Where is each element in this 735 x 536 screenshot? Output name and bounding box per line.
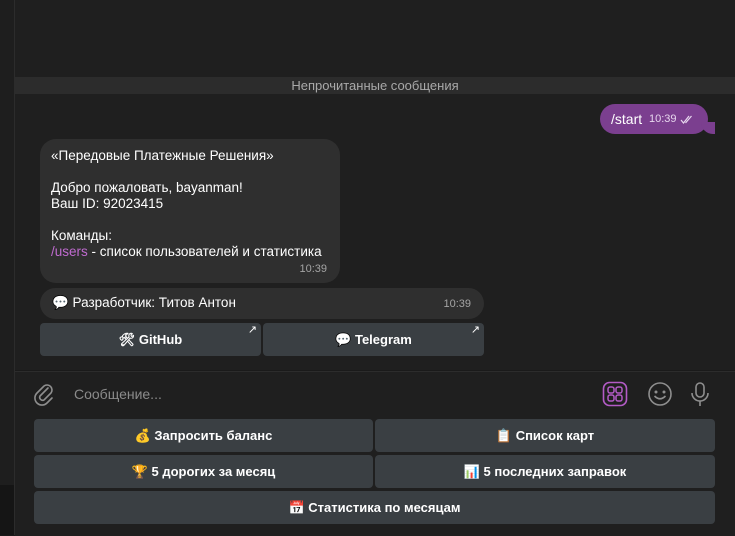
- incoming-time: 10:39: [299, 263, 327, 275]
- github-button[interactable]: 🛠 GitHub ↗: [40, 323, 261, 356]
- incoming-message[interactable]: «Передовые Платежные Решения» Добро пожа…: [40, 139, 340, 283]
- side-panel-edge: [0, 0, 15, 535]
- incoming-line-title: «Передовые Платежные Решения»: [51, 148, 274, 163]
- incoming-text: «Передовые Платежные Решения» Добро пожа…: [51, 148, 322, 260]
- incoming-line-id: Ваш ID: 92023415: [51, 196, 164, 211]
- developer-time: 10:39: [443, 298, 471, 310]
- request-balance-button[interactable]: 💰 Запросить баланс: [34, 419, 373, 452]
- users-command-desc: - список пользователей и статистика: [87, 244, 322, 259]
- last-refuels-button[interactable]: 📊 5 последних заправок: [375, 455, 715, 488]
- external-link-icon: ↗: [247, 324, 257, 336]
- developer-message[interactable]: 💬 Разработчик: Титов Антон 10:39: [40, 288, 484, 319]
- double-check-icon: [680, 115, 692, 124]
- github-label: 🛠 GitHub: [118, 332, 183, 347]
- top-expensive-button[interactable]: 🏆 5 дорогих за месяц: [34, 455, 373, 488]
- developer-text: 💬 Разработчик: Титов Антон: [52, 295, 236, 310]
- microphone-icon[interactable]: [688, 381, 712, 409]
- telegram-button[interactable]: 💬 Telegram ↗: [263, 323, 484, 356]
- paperclip-icon[interactable]: [32, 382, 56, 406]
- incoming-line-welcome: Добро пожаловать, bayanman!: [51, 180, 243, 195]
- outgoing-text: /start: [611, 111, 643, 127]
- emoji-icon[interactable]: [647, 381, 673, 407]
- monthly-stats-button[interactable]: 📅 Статистика по месяцам: [34, 491, 715, 524]
- outgoing-time: 10:39: [649, 113, 677, 125]
- outgoing-meta: 10:39: [649, 113, 694, 125]
- external-link-icon: ↗: [470, 324, 480, 336]
- incoming-line-commands: Команды:: [51, 228, 112, 243]
- keyboard-toggle-icon[interactable]: [602, 381, 628, 407]
- users-command-link[interactable]: /users: [51, 244, 88, 259]
- message-input[interactable]: Сообщение...: [74, 386, 162, 402]
- side-panel-shade: [0, 485, 14, 535]
- telegram-label: 💬 Telegram: [335, 332, 412, 347]
- unread-divider: Непрочитанные сообщения: [15, 77, 735, 94]
- outgoing-message[interactable]: /start 10:39: [600, 104, 715, 134]
- card-list-button[interactable]: 📋 Список карт: [375, 419, 715, 452]
